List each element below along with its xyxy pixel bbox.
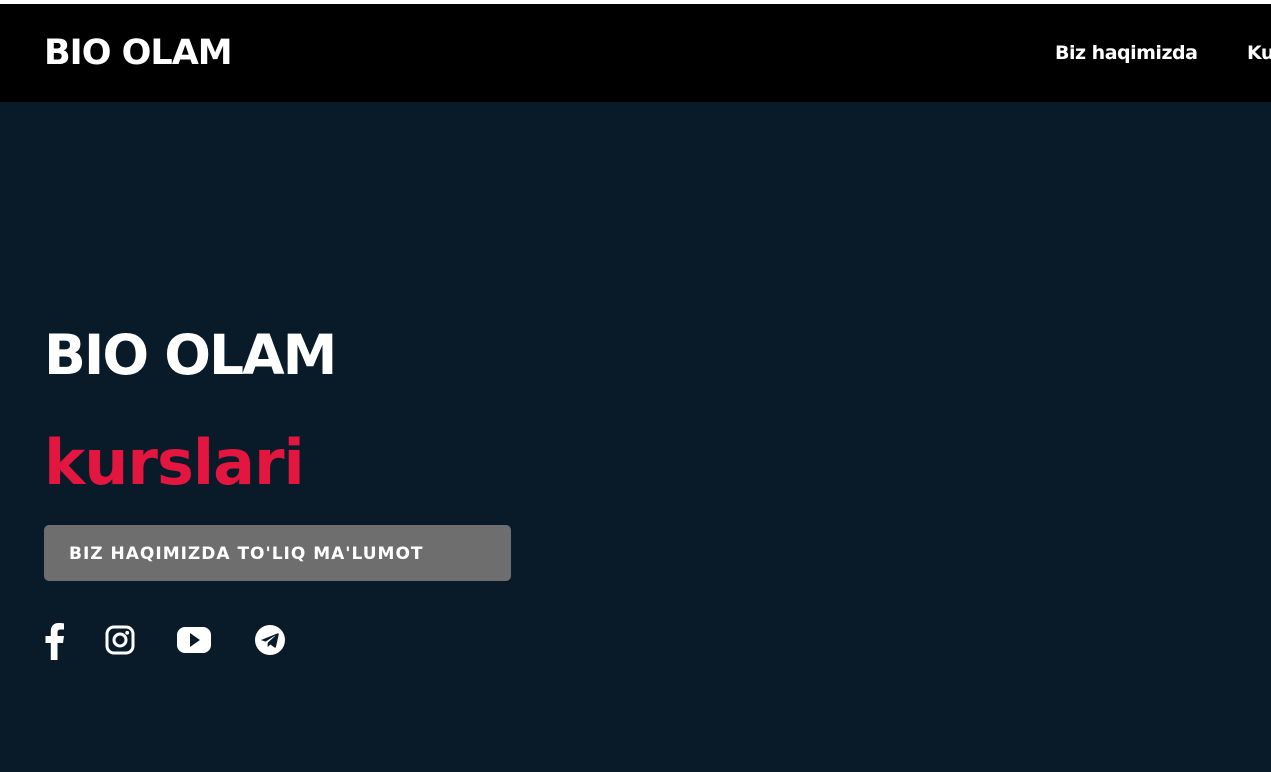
navbar: BIO OLAM Biz haqimizda Ku — [0, 4, 1271, 102]
nav-link-about[interactable]: Biz haqimizda — [1055, 40, 1198, 66]
instagram-icon — [105, 625, 135, 655]
telegram-link[interactable] — [253, 620, 287, 660]
hero-subtitle: kurslari — [44, 426, 305, 499]
facebook-icon — [45, 623, 64, 660]
instagram-link[interactable] — [104, 620, 136, 660]
hero-section: BIO OLAM kurslari BIZ HAQIMIZDA TO'LIQ M… — [0, 102, 1271, 772]
youtube-link[interactable] — [176, 620, 212, 660]
about-more-button[interactable]: BIZ HAQIMIZDA TO'LIQ MA'LUMOT — [44, 525, 511, 581]
facebook-link[interactable] — [40, 620, 68, 660]
youtube-icon — [177, 627, 211, 653]
brand-logo[interactable]: BIO OLAM — [44, 31, 233, 75]
hero-title: BIO OLAM — [44, 323, 337, 387]
telegram-icon — [255, 625, 285, 655]
nav-link-courses[interactable]: Ku — [1247, 40, 1271, 66]
